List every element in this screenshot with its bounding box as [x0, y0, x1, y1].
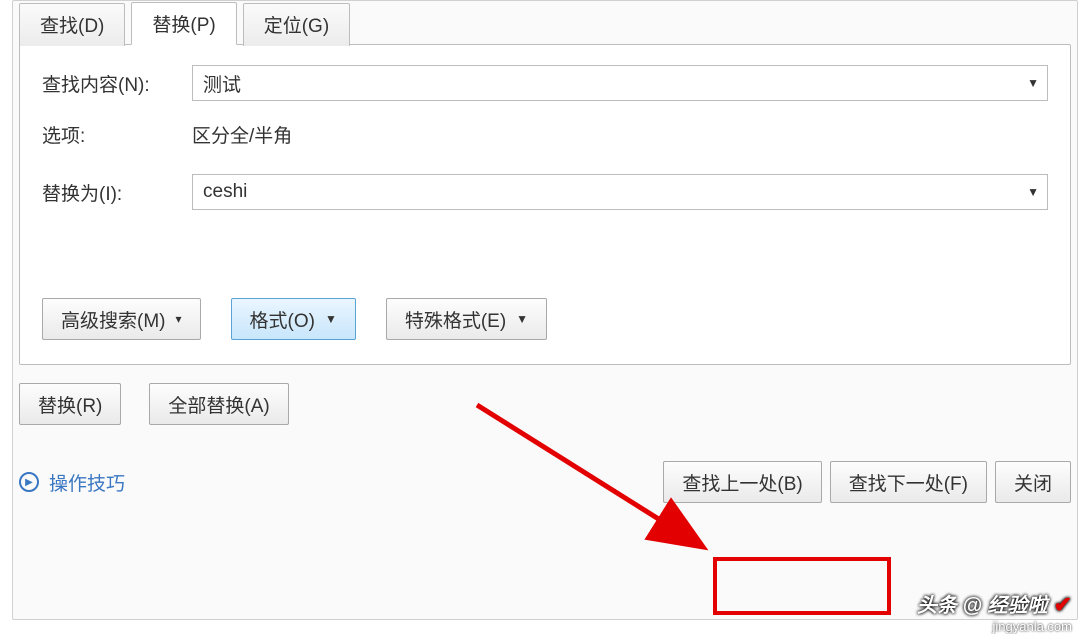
close-label: 关闭: [1014, 469, 1052, 496]
replace-with-input[interactable]: ceshi ▼: [192, 174, 1048, 210]
chevron-down-icon: ▼: [325, 312, 337, 326]
find-next-label: 查找下一处(F): [849, 469, 968, 496]
tab-replace-label: 替换(P): [152, 15, 215, 36]
watermark-sub: jingyanla.com: [993, 619, 1073, 634]
replace-with-value: ceshi: [203, 181, 247, 203]
replace-all-button[interactable]: 全部替换(A): [149, 383, 288, 425]
watermark-main: 头条 @ 经验啦: [917, 589, 1048, 618]
find-what-label: 查找内容(N):: [42, 70, 192, 97]
tab-find-label: 查找(D): [40, 16, 104, 37]
replace-button[interactable]: 替换(R): [19, 383, 121, 425]
tab-find[interactable]: 查找(D): [19, 3, 125, 46]
dropdown-icon: ▼: [1027, 185, 1039, 199]
find-prev-button[interactable]: 查找上一处(B): [663, 461, 821, 503]
replace-with-label: 替换为(I):: [42, 179, 192, 206]
replace-panel: 查找内容(N): 测试 ▼ 选项: 区分全/半角 替换为(I): ceshi ▼…: [19, 44, 1071, 365]
find-what-input[interactable]: 测试 ▼: [192, 65, 1048, 101]
chevron-down-icon: ▾: [175, 312, 181, 326]
special-format-label: 特殊格式(E): [405, 306, 506, 333]
close-button[interactable]: 关闭: [995, 461, 1071, 503]
find-next-button[interactable]: 查找下一处(F): [830, 461, 987, 503]
find-what-value: 测试: [203, 70, 241, 97]
chevron-down-icon: ▼: [516, 312, 528, 326]
options-value: 区分全/半角: [192, 121, 292, 148]
tab-goto-label: 定位(G): [264, 16, 329, 37]
dropdown-icon: ▼: [1027, 76, 1039, 90]
replace-all-button-label: 全部替换(A): [168, 391, 269, 418]
special-format-button[interactable]: 特殊格式(E) ▼: [386, 298, 547, 340]
advanced-search-button[interactable]: 高级搜索(M) ▾: [42, 298, 201, 340]
tips-label: 操作技巧: [49, 469, 125, 496]
format-label: 格式(O): [250, 306, 315, 333]
check-icon: ✔: [1054, 592, 1072, 618]
tab-replace[interactable]: 替换(P): [131, 2, 236, 45]
play-circle-icon: ▶: [19, 472, 39, 492]
format-button[interactable]: 格式(O) ▼: [231, 298, 356, 340]
tab-goto[interactable]: 定位(G): [243, 3, 350, 46]
watermark: 头条 @ 经验啦 ✔ jingyanla.com: [917, 589, 1072, 618]
options-label: 选项:: [42, 121, 192, 148]
advanced-search-label: 高级搜索(M): [61, 306, 165, 333]
replace-button-label: 替换(R): [38, 391, 102, 418]
tips-link[interactable]: ▶ 操作技巧: [19, 469, 125, 496]
find-prev-label: 查找上一处(B): [682, 469, 802, 496]
